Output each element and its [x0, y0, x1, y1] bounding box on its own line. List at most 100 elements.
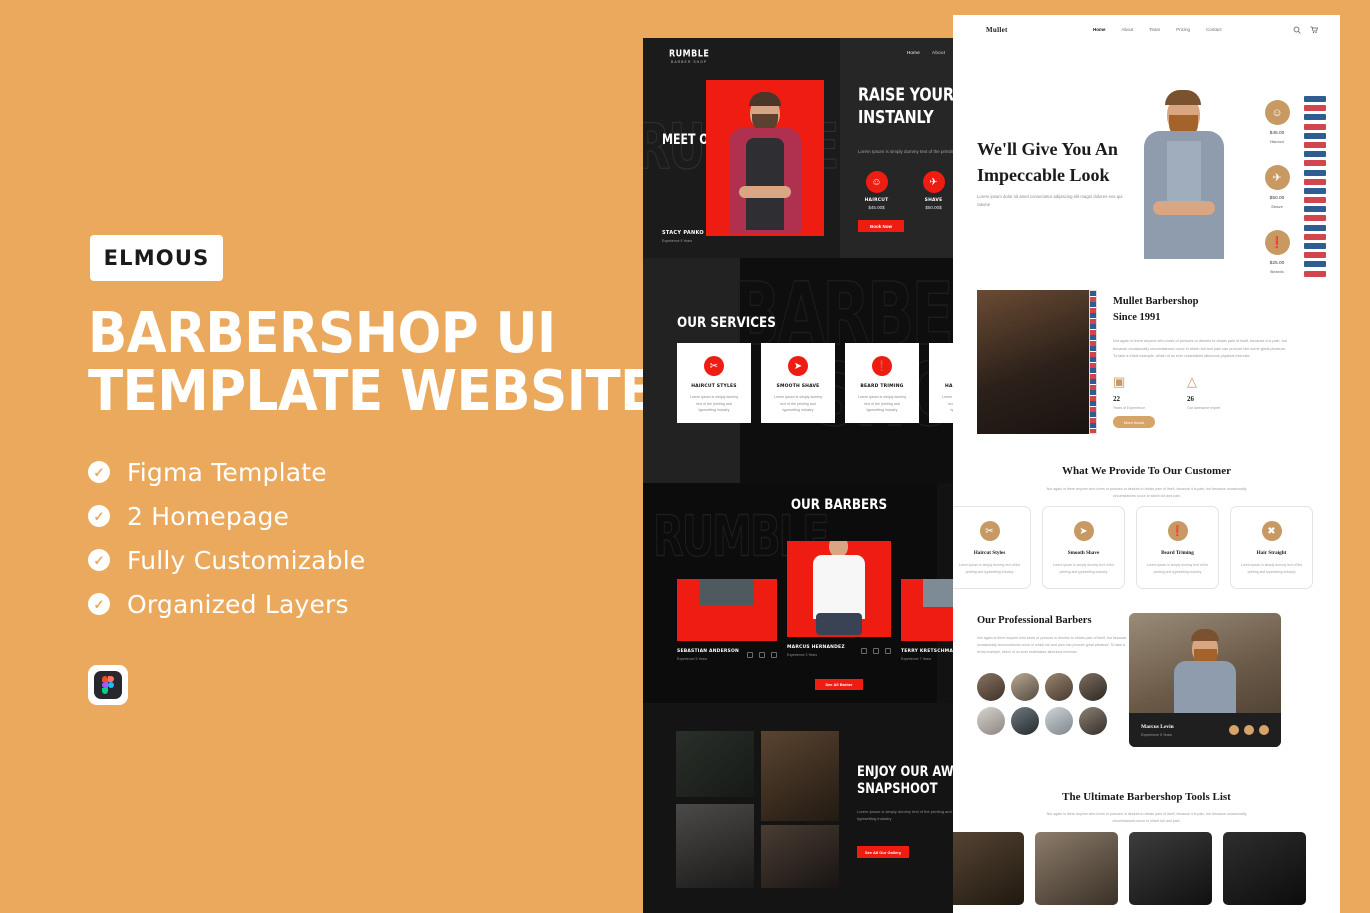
pole-stripe	[1090, 313, 1096, 318]
snapshot-subtext: Lorem Ipsum is simply dummy text of the …	[857, 809, 952, 821]
barber-card[interactable]: SEBASTIAN ANDERSON Experience 5 Years	[677, 541, 777, 661]
instagram-icon[interactable]	[885, 648, 891, 654]
pole-stripe	[1304, 169, 1326, 176]
pole-stripe	[1304, 243, 1326, 249]
dark-logo[interactable]: RUMBLE BARBER SHOP	[669, 48, 709, 64]
tool-card[interactable]: Haircutting Capes Price $14.00	[1223, 832, 1306, 913]
hero-barber-exp: Experience 5 Years	[662, 239, 693, 243]
pole-stripe	[1090, 417, 1096, 423]
twitter-icon[interactable]	[759, 652, 765, 658]
pole-stripe	[1090, 390, 1096, 395]
barber-card[interactable]: MARCUS HERNANDEZ Experience 3 Years	[787, 523, 891, 657]
price-label: Beards	[1270, 269, 1284, 274]
services-title: OUR SERVICES	[677, 313, 776, 331]
tools-subtext: Nor again is there anyone who loves or p…	[1046, 812, 1247, 823]
more-about-button[interactable]: More About	[1113, 416, 1155, 428]
barber-photo	[787, 541, 891, 637]
price-item[interactable]: ☺ $45.00 Haircut	[1256, 100, 1298, 144]
service-card[interactable]: ❗ BEARD TRIMING Lorem ipsum is simply du…	[845, 343, 919, 423]
carousel-dots[interactable]	[1229, 725, 1269, 735]
next-dot-icon[interactable]	[1259, 725, 1269, 735]
avatar[interactable]	[1045, 673, 1073, 701]
light-header-icons[interactable]	[1293, 26, 1318, 34]
feature-item: ✓ Figma Template	[88, 450, 568, 494]
provide-card[interactable]: ✖ Hair Straight Lorem ipsum is simply du…	[1230, 506, 1313, 589]
tool-card[interactable]: Hair Edgers Price $10.00	[1035, 832, 1118, 913]
avatar[interactable]	[977, 673, 1005, 701]
pole-stripe	[1090, 373, 1096, 379]
tool-card[interactable]: Electric Barber Shavers Price $16.00	[1129, 832, 1212, 913]
featured-barber-name: Marcus Levin	[1141, 723, 1174, 730]
nav-item-about[interactable]: About	[1122, 27, 1134, 32]
beard-icon: ☺	[1264, 100, 1290, 125]
price-label: Shave	[1271, 204, 1283, 209]
gallery-image[interactable]	[761, 825, 839, 888]
gallery-image[interactable]	[761, 731, 839, 821]
price-label: Haircut	[1270, 139, 1284, 144]
search-icon[interactable]	[1293, 26, 1301, 34]
nav-item-home[interactable]: Home	[907, 50, 920, 55]
avatar[interactable]	[1011, 673, 1039, 701]
feature-item: ✓ Fully Customizable	[88, 538, 568, 582]
instagram-icon[interactable]	[771, 652, 777, 658]
provide-title: What We Provide To Our Customer	[1062, 465, 1231, 477]
feature-label: 2 Homepage	[127, 501, 290, 531]
brand-name: ELMOUS	[103, 246, 210, 270]
current-dot-icon[interactable]	[1244, 725, 1254, 735]
pole-stripe	[1090, 329, 1096, 335]
pole-stripe	[1090, 401, 1096, 406]
avatar[interactable]	[1079, 673, 1107, 701]
gallery-image[interactable]	[676, 731, 754, 797]
promo-panel: ELMOUS BARBERSHOP UI TEMPLATE WEBSITE ✓ …	[0, 0, 655, 913]
prev-dot-icon[interactable]	[1229, 725, 1239, 735]
nav-item-pricing[interactable]: Pricing	[1176, 27, 1190, 32]
avatar[interactable]	[1045, 707, 1073, 735]
dark-logo-tagline: BARBER SHOP	[670, 60, 708, 64]
light-nav[interactable]: Home About Team Pricing Contact	[1093, 27, 1222, 32]
featured-barber-card[interactable]: Marcus Levin Experience 5 Years	[1129, 613, 1281, 747]
tool-card[interactable]: Hair Clippers Price $18.00	[953, 832, 1024, 913]
service-card[interactable]: ✂ HAIRCUT STYLES Lorem ipsum is simply d…	[677, 343, 751, 423]
price-value: $25.00	[1269, 261, 1285, 266]
pole-stripe	[1304, 233, 1326, 240]
service-card[interactable]: ➤ SMOOTH SHAVE Lorem ipsum is simply dum…	[761, 343, 835, 423]
nav-item-about[interactable]: About	[932, 50, 945, 55]
nav-item-home[interactable]: Home	[1093, 27, 1106, 32]
nav-item-team[interactable]: Team	[1149, 27, 1160, 32]
title-line-2: TEMPLATE WEBSITE	[88, 359, 655, 424]
pole-stripe	[1304, 141, 1326, 148]
cart-icon[interactable]	[1310, 26, 1318, 34]
hero-cta-button[interactable]: Book Now	[858, 220, 904, 232]
provide-card-text: Lorem ipsum is simply dummy text of the …	[1240, 563, 1303, 574]
avatar[interactable]	[977, 707, 1005, 735]
brand-badge: ELMOUS	[90, 235, 223, 281]
pole-stripe	[1304, 224, 1326, 231]
pole-stripe	[1304, 252, 1326, 259]
gallery-image[interactable]	[676, 804, 754, 888]
see-all-barbers-button[interactable]: See All Barber	[815, 679, 863, 690]
light-logo[interactable]: Mullet	[986, 26, 1008, 34]
pole-stripe	[1304, 215, 1326, 222]
facebook-icon[interactable]	[861, 648, 867, 654]
provide-card[interactable]: ➤ Smooth Shave Lorem ipsum is simply dum…	[1042, 506, 1125, 589]
about-title-line-1: Mullet Barbershop	[1113, 296, 1199, 307]
see-all-gallery-button[interactable]: See All Our Gallery	[857, 846, 909, 858]
avatar[interactable]	[1079, 707, 1107, 735]
barber-social-links[interactable]	[747, 652, 777, 658]
pole-stripe	[1304, 132, 1326, 139]
barber-social-links[interactable]	[861, 648, 891, 654]
facebook-icon[interactable]	[747, 652, 753, 658]
provide-card-title: Haircut Styles	[973, 550, 1006, 556]
provide-card-text: Lorem ipsum is simply dummy text of the …	[1146, 563, 1209, 574]
pole-stripe	[1090, 362, 1096, 368]
nav-item-contact[interactable]: Contact	[1206, 27, 1222, 32]
avatar[interactable]	[1011, 707, 1039, 735]
provide-card[interactable]: ❗ Beard Triming Lorem ipsum is simply du…	[1136, 506, 1219, 589]
price-item[interactable]: ❗ $25.00 Beards	[1256, 230, 1298, 274]
provide-card[interactable]: ✂ Haircut Styles Lorem ipsum is simply d…	[953, 506, 1031, 589]
light-tools-section: The Ultimate Barbershop Tools List Nor a…	[953, 778, 1340, 913]
tool-image	[1129, 832, 1212, 905]
about-stat-value: 22	[1113, 395, 1120, 403]
twitter-icon[interactable]	[873, 648, 879, 654]
price-item[interactable]: ✈ $50.00 Shave	[1256, 165, 1298, 209]
